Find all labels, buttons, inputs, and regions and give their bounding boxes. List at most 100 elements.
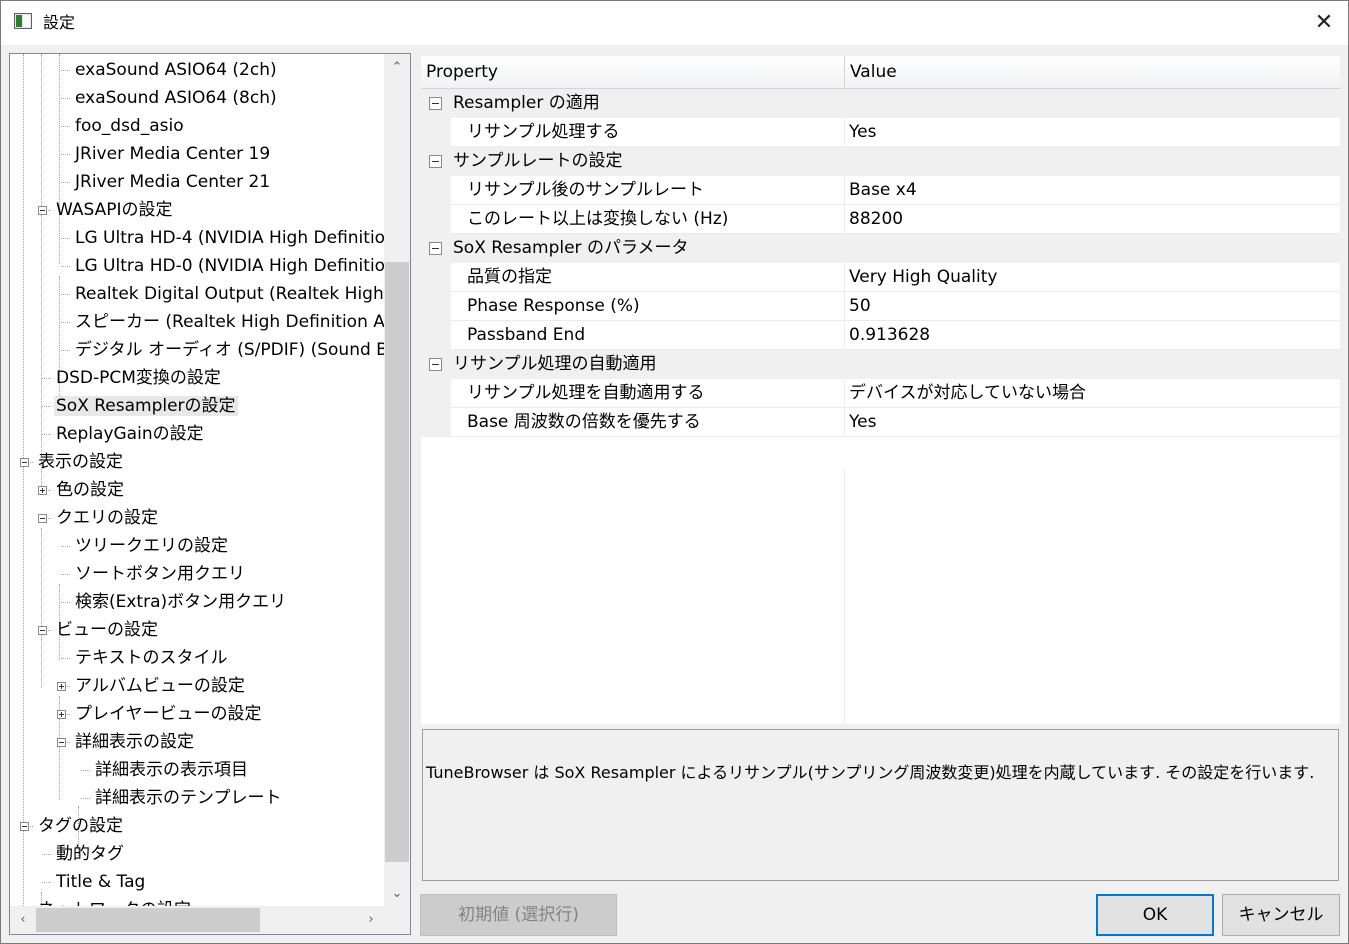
property-name: 品質の指定	[467, 267, 552, 287]
collapse-icon[interactable]	[20, 458, 29, 467]
collapse-icon[interactable]	[38, 514, 47, 523]
tree-item[interactable]: SoX Resamplerの設定	[54, 392, 238, 420]
tree-item[interactable]: ソートボタン用クエリ	[73, 560, 247, 588]
property-row[interactable]: リサンプル処理を自動適用する デバイスが対応していない場合	[421, 379, 1340, 408]
property-grid[interactable]: Property Value Resampler の適用 リサンプル処理する Yes…	[421, 56, 1340, 724]
tree-vscroll-thumb[interactable]	[385, 262, 409, 862]
tree-item-label: 表示の設定	[38, 452, 123, 472]
scroll-left-icon[interactable]: ‹	[10, 906, 36, 934]
property-category-row[interactable]: リサンプル処理の自動適用	[421, 350, 1340, 379]
tree-item[interactable]: デジタル オーディオ (S/PDIF) (Sound Blaster)	[73, 336, 410, 364]
tree-item[interactable]: クエリの設定	[54, 504, 160, 532]
tree-item[interactable]: テキストのスタイル	[73, 644, 230, 672]
tree-item[interactable]: スピーカー (Realtek High Definition Audio)	[73, 308, 410, 336]
tree-vertical-scrollbar[interactable]: ⌃ ⌄	[384, 54, 410, 906]
settings-tree[interactable]: exaSound ASIO64 (2ch) exaSound ASIO64 (8c…	[9, 53, 411, 935]
tree-item[interactable]: LG Ultra HD-0 (NVIDIA High Definition Au…	[73, 252, 410, 280]
tree-item[interactable]: exaSound ASIO64 (2ch)	[73, 56, 279, 84]
tree-item[interactable]: 色の設定	[54, 476, 126, 504]
title-bar[interactable]: 設定 ✕	[1, 1, 1348, 45]
scroll-up-icon[interactable]: ⌃	[384, 54, 410, 82]
tree-item-label: 詳細表示のテンプレート	[95, 788, 282, 808]
property-category-row[interactable]: サンプルレートの設定	[421, 147, 1340, 176]
tree-item[interactable]: foo_dsd_asio	[73, 112, 186, 140]
property-name: リサンプル後のサンプルレート	[467, 180, 704, 200]
collapse-icon[interactable]	[38, 626, 47, 635]
expand-icon[interactable]	[38, 486, 47, 495]
property-value[interactable]: Yes	[849, 118, 876, 146]
property-row[interactable]: Base 周波数の倍数を優先する Yes	[421, 408, 1340, 437]
cancel-button[interactable]: キャンセル	[1222, 894, 1340, 936]
collapse-icon[interactable]	[429, 242, 442, 255]
tree-item[interactable]: JRiver Media Center 21	[73, 168, 272, 196]
tree-item[interactable]: JRiver Media Center 19	[73, 140, 272, 168]
property-value[interactable]: 88200	[849, 205, 903, 233]
tree-item[interactable]: DSD-PCM変換の設定	[54, 364, 223, 392]
property-row[interactable]: Phase Response (%) 50	[421, 292, 1340, 321]
tree-item[interactable]: アルバムビューの設定	[73, 672, 247, 700]
collapse-icon[interactable]	[429, 358, 442, 371]
row-gutter	[421, 292, 451, 321]
expand-icon[interactable]	[57, 682, 66, 691]
tree-item[interactable]: 詳細表示のテンプレート	[93, 784, 284, 812]
property-value[interactable]: 0.913628	[849, 321, 930, 349]
tree-guide-line	[41, 528, 42, 688]
tree-item[interactable]: exaSound ASIO64 (8ch)	[73, 84, 279, 112]
tree-item[interactable]: LG Ultra HD-4 (NVIDIA High Definition Au…	[73, 224, 410, 252]
property-value[interactable]: 50	[849, 292, 871, 320]
tree-horizontal-scrollbar[interactable]: ‹ ›	[10, 906, 384, 934]
collapse-icon[interactable]	[38, 206, 47, 215]
tree-item[interactable]: プレイヤービューの設定	[73, 700, 264, 728]
property-row[interactable]: リサンプル後のサンプルレート Base x4	[421, 176, 1340, 205]
property-value[interactable]: Base x4	[849, 176, 917, 204]
tree-connector	[61, 350, 70, 351]
cell-separator	[844, 408, 845, 437]
tree-item[interactable]: タグの設定	[36, 812, 125, 840]
property-row[interactable]: Passband End 0.913628	[421, 321, 1340, 350]
row-gutter	[421, 118, 451, 147]
tree-item[interactable]: ReplayGainの設定	[54, 420, 206, 448]
property-column-header[interactable]: Property	[421, 56, 498, 88]
property-value[interactable]: Very High Quality	[849, 263, 997, 291]
scroll-down-icon[interactable]: ⌄	[384, 880, 410, 908]
tree-connector	[61, 98, 70, 99]
tree-item[interactable]: ツリークエリの設定	[73, 532, 230, 560]
collapse-icon[interactable]	[429, 97, 442, 110]
expand-icon[interactable]	[57, 710, 66, 719]
tree-item[interactable]: 詳細表示の設定	[73, 728, 196, 756]
property-row[interactable]: 品質の指定 Very High Quality	[421, 263, 1340, 292]
tree-connector	[61, 70, 70, 71]
collapse-icon[interactable]	[57, 738, 66, 747]
tree-item[interactable]: Realtek Digital Output (Realtek High Def…	[73, 280, 410, 308]
value-column-header[interactable]: Value	[845, 56, 897, 88]
category-label: SoX Resampler のパラメータ	[453, 238, 689, 258]
tree-item[interactable]: 検索(Extra)ボタン用クエリ	[73, 588, 288, 616]
tree-item[interactable]: 表示の設定	[36, 448, 125, 476]
scroll-right-icon[interactable]: ›	[358, 906, 384, 934]
property-value[interactable]: デバイスが対応していない場合	[849, 379, 1086, 407]
tree-connector	[81, 770, 90, 771]
property-category-row[interactable]: SoX Resampler のパラメータ	[421, 234, 1340, 263]
tree-connector	[61, 238, 70, 239]
cell-separator	[844, 379, 845, 408]
tree-item-label: exaSound ASIO64 (2ch)	[75, 60, 277, 80]
collapse-icon[interactable]	[20, 822, 29, 831]
tree-item-label: 動的タグ	[56, 844, 124, 864]
tree-connector	[61, 546, 70, 547]
ok-button[interactable]: OK	[1096, 894, 1214, 936]
tree-item[interactable]: Title & Tag	[54, 868, 147, 896]
property-row[interactable]: このレート以上は変換しない (Hz) 88200	[421, 205, 1340, 234]
property-value[interactable]: Yes	[849, 408, 876, 436]
tree-hscroll-thumb[interactable]	[36, 908, 260, 932]
reset-defaults-button[interactable]: 初期値 (選択行)	[420, 894, 617, 936]
collapse-icon[interactable]	[429, 155, 442, 168]
property-category-row[interactable]: Resampler の適用	[421, 89, 1340, 118]
tree-item[interactable]: 詳細表示の表示項目	[93, 756, 250, 784]
tree-item[interactable]: WASAPIの設定	[54, 196, 175, 224]
tree-item[interactable]: 動的タグ	[54, 840, 126, 868]
close-button[interactable]: ✕	[1301, 1, 1347, 45]
tree-connector	[42, 434, 51, 435]
tree-item[interactable]: ビューの設定	[54, 616, 160, 644]
property-row[interactable]: リサンプル処理する Yes	[421, 118, 1340, 147]
tree-guide-line	[23, 54, 24, 934]
